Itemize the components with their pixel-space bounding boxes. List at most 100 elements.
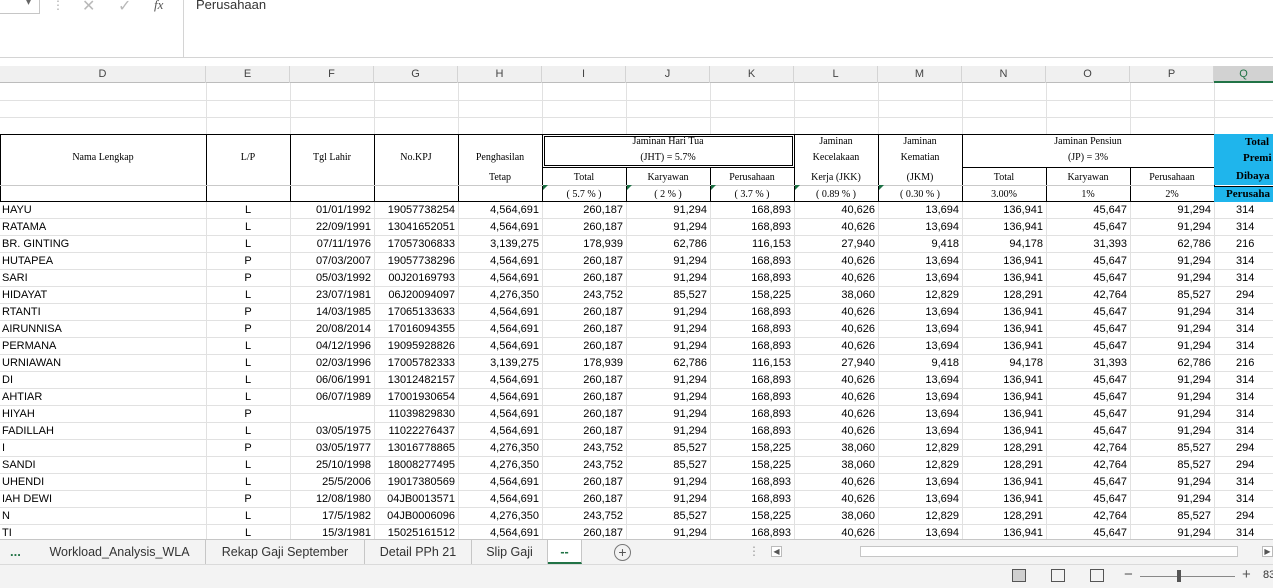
cell-jht-perusahaan[interactable]: 168,893: [710, 321, 794, 338]
cell-jp-total[interactable]: 136,941: [962, 304, 1046, 321]
tab-slip-gaji[interactable]: Slip Gaji: [472, 540, 548, 564]
cell-nama[interactable]: DI: [0, 372, 206, 389]
cell-jp-total[interactable]: 136,941: [962, 219, 1046, 236]
cell-lp[interactable]: L: [206, 457, 290, 474]
cell-jkk[interactable]: 40,626: [794, 219, 878, 236]
cell-jht-karyawan[interactable]: 85,527: [626, 457, 710, 474]
cell-tgl-lahir[interactable]: 07/03/2007: [290, 253, 374, 270]
tab-workload-analysis[interactable]: Workload_Analysis_WLA: [34, 540, 206, 564]
cell-jkk[interactable]: 40,626: [794, 389, 878, 406]
cell-jkk[interactable]: 40,626: [794, 270, 878, 287]
cell-total-premi[interactable]: 314: [1214, 253, 1273, 270]
cell-jht-total[interactable]: 260,187: [542, 202, 626, 219]
cell-jht-total[interactable]: 260,187: [542, 304, 626, 321]
column-header-n[interactable]: N: [962, 66, 1046, 83]
column-header-q[interactable]: Q: [1214, 66, 1273, 83]
plus-circle-icon[interactable]: +: [614, 544, 631, 561]
column-header-f[interactable]: F: [290, 66, 374, 83]
cell-jp-total[interactable]: 128,291: [962, 457, 1046, 474]
cell-nama[interactable]: N: [0, 508, 206, 525]
column-header-d[interactable]: D: [0, 66, 206, 83]
cell-no-kpj[interactable]: 17057306833: [374, 236, 458, 253]
tab-splitter[interactable]: ⋮: [748, 544, 760, 558]
cell-jht-karyawan[interactable]: 91,294: [626, 372, 710, 389]
cell-jht-total[interactable]: 178,939: [542, 236, 626, 253]
cell-jp-total[interactable]: 94,178: [962, 355, 1046, 372]
cell-total-premi[interactable]: 314: [1214, 389, 1273, 406]
cell-total-premi[interactable]: 314: [1214, 270, 1273, 287]
cell-jht-perusahaan[interactable]: 168,893: [710, 474, 794, 491]
cell-nama[interactable]: RATAMA: [0, 219, 206, 236]
formula-input[interactable]: Perusahaan: [183, 0, 1273, 58]
cell-total-premi[interactable]: 216: [1214, 236, 1273, 253]
cell-jht-karyawan[interactable]: 91,294: [626, 423, 710, 440]
cell-lp[interactable]: P: [206, 491, 290, 508]
cell-jht-karyawan[interactable]: 91,294: [626, 253, 710, 270]
cell-jht-total[interactable]: 178,939: [542, 355, 626, 372]
cell-nama[interactable]: AIRUNNISA: [0, 321, 206, 338]
cell-tgl-lahir[interactable]: 25/5/2006: [290, 474, 374, 491]
cell-total-premi[interactable]: 294: [1214, 440, 1273, 457]
cell-jp-karyawan[interactable]: 45,647: [1046, 219, 1130, 236]
cell-total-premi[interactable]: 314: [1214, 338, 1273, 355]
horizontal-scrollbar[interactable]: [860, 546, 1238, 557]
column-header-o[interactable]: O: [1046, 66, 1130, 83]
cell-lp[interactable]: L: [206, 355, 290, 372]
cell-tgl-lahir[interactable]: 03/05/1975: [290, 423, 374, 440]
cell-jp-total[interactable]: 136,941: [962, 474, 1046, 491]
cell-jht-total[interactable]: 243,752: [542, 440, 626, 457]
cell-nama[interactable]: HIDAYAT: [0, 287, 206, 304]
cell-jkm[interactable]: 12,829: [878, 440, 962, 457]
cell-jkk[interactable]: 40,626: [794, 253, 878, 270]
cell-jht-total[interactable]: 260,187: [542, 474, 626, 491]
cell-jp-perusahaan[interactable]: 91,294: [1130, 219, 1214, 236]
column-header-h[interactable]: H: [458, 66, 542, 83]
cell-nama[interactable]: IAH DEWI: [0, 491, 206, 508]
cell-lp[interactable]: L: [206, 525, 290, 539]
cell-nama[interactable]: URNIAWAN: [0, 355, 206, 372]
cell-penghasilan[interactable]: 4,564,691: [458, 202, 542, 219]
cell-jp-total[interactable]: 136,941: [962, 389, 1046, 406]
error-indicator[interactable]: [879, 185, 884, 190]
cell-tgl-lahir[interactable]: 05/03/1992: [290, 270, 374, 287]
cell-tgl-lahir[interactable]: [290, 406, 374, 423]
cell-lp[interactable]: L: [206, 202, 290, 219]
cell-jp-karyawan[interactable]: 45,647: [1046, 321, 1130, 338]
cell-jht-karyawan[interactable]: 91,294: [626, 491, 710, 508]
cell-jht-total[interactable]: 243,752: [542, 508, 626, 525]
cell-no-kpj[interactable]: 00J20169793: [374, 270, 458, 287]
cell-jp-total[interactable]: 128,291: [962, 440, 1046, 457]
name-box[interactable]: ▾: [0, 0, 40, 14]
formula-bar-splitter[interactable]: ⋮: [52, 0, 64, 12]
cell-lp[interactable]: L: [206, 219, 290, 236]
cell-jkk[interactable]: 38,060: [794, 508, 878, 525]
cell-nama[interactable]: HAYU: [0, 202, 206, 219]
cell-jht-total[interactable]: 260,187: [542, 372, 626, 389]
cell-total-premi[interactable]: 294: [1214, 508, 1273, 525]
cell-jht-karyawan[interactable]: 91,294: [626, 304, 710, 321]
cell-nama[interactable]: PERMANA: [0, 338, 206, 355]
cell-jp-total[interactable]: 136,941: [962, 202, 1046, 219]
cell-jht-total[interactable]: 243,752: [542, 287, 626, 304]
cell-jkm[interactable]: 12,829: [878, 457, 962, 474]
cell-jp-karyawan[interactable]: 45,647: [1046, 389, 1130, 406]
cell-total-premi[interactable]: 314: [1214, 491, 1273, 508]
cell-nama[interactable]: HIYAH: [0, 406, 206, 423]
cell-no-kpj[interactable]: 17001930654: [374, 389, 458, 406]
cell-jkm[interactable]: 13,694: [878, 219, 962, 236]
cell-penghasilan[interactable]: 4,276,350: [458, 287, 542, 304]
cell-jht-perusahaan[interactable]: 168,893: [710, 389, 794, 406]
cell-penghasilan[interactable]: 4,564,691: [458, 389, 542, 406]
cell-total-premi[interactable]: 216: [1214, 355, 1273, 372]
cell-jp-karyawan[interactable]: 45,647: [1046, 270, 1130, 287]
cell-total-premi[interactable]: 314: [1214, 525, 1273, 539]
cell-penghasilan[interactable]: 3,139,275: [458, 355, 542, 372]
cell-jkk[interactable]: 40,626: [794, 372, 878, 389]
cell-jht-total[interactable]: 260,187: [542, 423, 626, 440]
check-icon[interactable]: ✓: [118, 0, 131, 16]
cell-no-kpj[interactable]: 19057738254: [374, 202, 458, 219]
cell-jp-total[interactable]: 94,178: [962, 236, 1046, 253]
cell-jkk[interactable]: 40,626: [794, 338, 878, 355]
error-indicator[interactable]: [795, 185, 800, 190]
cell-jht-perusahaan[interactable]: 168,893: [710, 253, 794, 270]
